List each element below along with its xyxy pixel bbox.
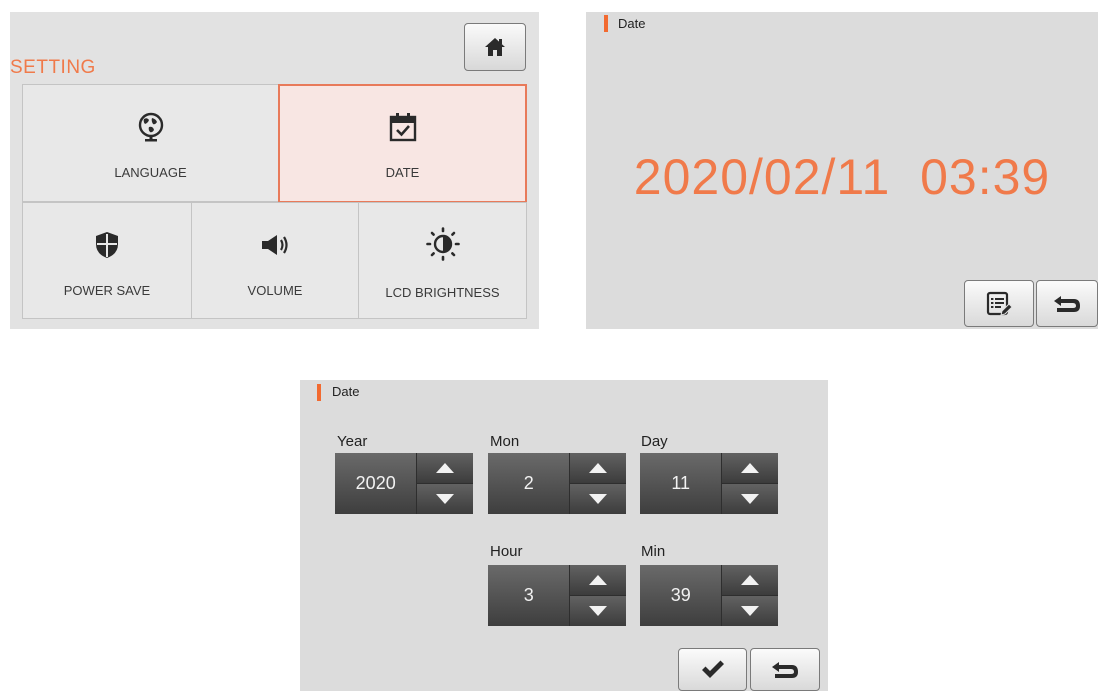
volume-tile[interactable]: VOLUME — [191, 202, 359, 319]
minute-down-button[interactable] — [722, 596, 778, 626]
day-label: Day — [641, 433, 668, 450]
calendar-check-icon — [389, 113, 416, 142]
edit-list-icon — [986, 291, 1012, 316]
year-label: Year — [337, 433, 368, 450]
arrow-down-icon — [741, 606, 760, 616]
arrow-up-icon — [589, 463, 608, 473]
date-tile[interactable]: DATE — [278, 84, 527, 203]
hour-down-button[interactable] — [570, 596, 626, 626]
home-button[interactable] — [464, 23, 526, 71]
minute-label: Min — [641, 543, 666, 560]
year-spinner: 2020 — [335, 453, 473, 514]
year-up-button[interactable] — [417, 453, 473, 484]
hour-spinner: 3 — [488, 565, 626, 626]
header-accent-bar — [317, 384, 321, 401]
day-down-button[interactable] — [722, 484, 778, 514]
volume-label: VOLUME — [247, 283, 303, 298]
page-title: SETTING — [10, 57, 96, 78]
confirm-button[interactable] — [678, 648, 747, 691]
hour-up-button[interactable] — [570, 565, 626, 596]
arrow-down-icon — [589, 606, 608, 616]
date-label: DATE — [385, 165, 420, 180]
month-label: Mon — [490, 433, 520, 450]
shield-icon — [96, 232, 118, 258]
header-title: Date — [332, 384, 360, 399]
day-value[interactable]: 11 — [640, 453, 722, 514]
arrow-up-icon — [741, 575, 760, 585]
power-save-label: POWER SAVE — [63, 283, 151, 298]
month-value[interactable]: 2 — [488, 453, 570, 514]
year-down-button[interactable] — [417, 484, 473, 514]
home-icon — [485, 38, 505, 56]
lcd-brightness-tile[interactable]: LCD BRIGHTNESS — [358, 202, 527, 319]
hour-label: Hour — [490, 543, 523, 560]
date-display-panel: Date 2020/02/11 03:39 — [586, 12, 1098, 329]
hour-value[interactable]: 3 — [488, 565, 570, 626]
arrow-down-icon — [589, 494, 608, 504]
current-datetime: 2020/02/11 03:39 — [586, 148, 1098, 206]
check-icon — [701, 660, 724, 678]
edit-date-button[interactable] — [964, 280, 1034, 327]
language-tile[interactable]: LANGUAGE — [22, 84, 279, 202]
minute-spinner: 39 — [640, 565, 778, 626]
globe-icon — [138, 112, 163, 142]
return-icon — [1054, 295, 1080, 312]
back-button[interactable] — [750, 648, 820, 691]
year-value[interactable]: 2020 — [335, 453, 417, 514]
day-up-button[interactable] — [722, 453, 778, 484]
language-label: LANGUAGE — [114, 165, 187, 180]
return-icon — [772, 661, 798, 678]
month-up-button[interactable] — [570, 453, 626, 484]
day-spinner: 11 — [640, 453, 778, 514]
current-date: 2020/02/11 — [633, 149, 891, 205]
arrow-up-icon — [741, 463, 760, 473]
arrow-up-icon — [436, 463, 455, 473]
brightness-icon — [425, 227, 460, 261]
month-down-button[interactable] — [570, 484, 626, 514]
minute-value[interactable]: 39 — [640, 565, 722, 626]
date-edit-panel: Date Year 2020 Mon 2 Day 11 Hour 3 Min 3… — [300, 380, 828, 691]
header-accent-bar — [604, 15, 608, 32]
arrow-down-icon — [741, 494, 760, 504]
arrow-down-icon — [436, 494, 455, 504]
power-save-tile[interactable]: POWER SAVE — [22, 202, 192, 319]
lcd-brightness-label: LCD BRIGHTNESS — [385, 285, 500, 300]
header-title: Date — [618, 16, 646, 31]
current-time: 03:39 — [920, 149, 1051, 205]
back-button[interactable] — [1036, 280, 1098, 327]
settings-panel: SETTING LANGUAGE DATE POWER SAVE VOLUME … — [10, 12, 539, 329]
speaker-icon — [262, 235, 288, 255]
arrow-up-icon — [589, 575, 608, 585]
minute-up-button[interactable] — [722, 565, 778, 596]
month-spinner: 2 — [488, 453, 626, 514]
